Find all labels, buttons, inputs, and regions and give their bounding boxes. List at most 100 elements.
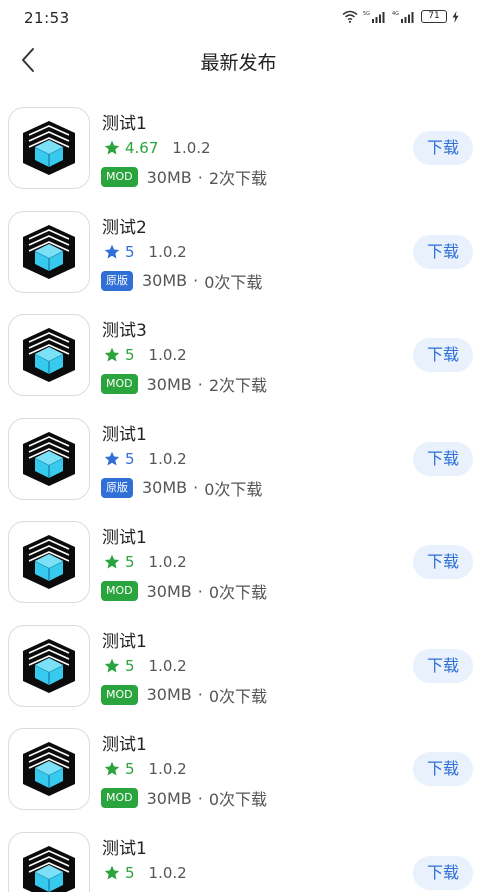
meta-row: 5 1.0.2 bbox=[104, 346, 187, 364]
separator-dot: · bbox=[197, 581, 203, 601]
meta-row: 4.67 1.0.2 bbox=[104, 139, 211, 157]
list-item[interactable]: 测试1 5 1.0.2 MOD 30MB · 0次下载 下载 bbox=[0, 822, 477, 892]
version-label: 1.0.2 bbox=[148, 242, 187, 261]
app-header: 最新发布 bbox=[0, 36, 477, 86]
download-count: 2次下载 bbox=[208, 376, 268, 395]
separator-dot: · bbox=[197, 685, 203, 704]
separator-dot: · bbox=[193, 271, 199, 290]
version-label: 1.0.2 bbox=[148, 449, 187, 468]
file-size: 30MB bbox=[146, 167, 192, 187]
wifi-icon bbox=[342, 10, 358, 23]
type-badge: 原版 bbox=[101, 477, 133, 498]
version-label: 1.0.2 bbox=[148, 863, 187, 882]
status-icons: 5G 4G 71 bbox=[342, 10, 459, 23]
info-row: MOD 30MB · 0次下载 bbox=[101, 786, 267, 810]
battery-icon: 71 bbox=[421, 10, 447, 23]
version-label: 1.0.2 bbox=[148, 553, 187, 571]
type-badge: MOD bbox=[101, 374, 138, 394]
info-row: MOD 30MB · 0次下载 bbox=[101, 579, 267, 603]
meta-row: 5 1.0.2 bbox=[104, 864, 187, 882]
type-badge: MOD bbox=[101, 788, 138, 808]
separator-dot: · bbox=[197, 167, 203, 187]
rating-value: 5 bbox=[125, 553, 135, 571]
status-bar: 21:53 5G 4G 71 bbox=[0, 0, 477, 36]
list-item[interactable]: 测试1 4.67 1.0.2 MOD 30MB · 2次下载 下载 bbox=[0, 97, 477, 201]
download-button[interactable]: 下载 bbox=[413, 234, 473, 269]
svg-text:4G: 4G bbox=[392, 11, 399, 17]
type-badge: MOD bbox=[101, 684, 138, 705]
type-badge: MOD bbox=[101, 581, 138, 601]
download-button[interactable]: 下载 bbox=[413, 545, 473, 579]
star-icon bbox=[104, 865, 120, 879]
star-icon bbox=[104, 451, 120, 465]
download-count: 0次下载 bbox=[204, 479, 263, 499]
file-size: 30MB bbox=[146, 788, 192, 808]
rating-value: 5 bbox=[125, 346, 135, 364]
rating-value: 5 bbox=[125, 449, 135, 468]
rating-value: 5 bbox=[125, 242, 135, 261]
info-row: MOD 30MB · 2次下载 bbox=[101, 372, 267, 396]
list-item[interactable]: 测试2 5 1.0.2 原版 30MB · 0次下载 下载 bbox=[0, 201, 477, 305]
rating-value: 5 bbox=[125, 863, 135, 882]
svg-text:5G: 5G bbox=[363, 11, 370, 17]
cube-app-icon bbox=[8, 624, 90, 707]
download-button[interactable]: 下载 bbox=[413, 338, 473, 372]
meta-row: 5 1.0.2 bbox=[104, 553, 187, 571]
list-item[interactable]: 测试1 5 1.0.2 原版 30MB · 0次下载 下载 bbox=[0, 408, 477, 512]
version-label: 1.0.2 bbox=[148, 656, 187, 675]
rating-value: 5 bbox=[125, 656, 135, 675]
cube-app-icon bbox=[8, 314, 90, 396]
version-label: 1.0.2 bbox=[148, 346, 187, 364]
list-item[interactable]: 测试3 5 1.0.2 MOD 30MB · 2次下载 下载 bbox=[0, 304, 477, 408]
meta-row: 5 1.0.2 bbox=[104, 243, 187, 261]
star-icon bbox=[104, 244, 120, 258]
file-size: 30MB bbox=[146, 685, 192, 704]
version-label: 1.0.2 bbox=[148, 760, 187, 778]
star-icon bbox=[104, 140, 120, 155]
version-label: 1.0.2 bbox=[172, 139, 211, 157]
download-button[interactable]: 下载 bbox=[413, 648, 473, 683]
download-count: 0次下载 bbox=[208, 583, 268, 602]
info-row: MOD 30MB · 0次下载 bbox=[101, 683, 267, 707]
app-list: 测试1 4.67 1.0.2 MOD 30MB · 2次下载 下载 测试2 5 … bbox=[0, 97, 477, 892]
star-icon bbox=[104, 761, 120, 776]
type-badge: MOD bbox=[101, 167, 138, 187]
file-size: 30MB bbox=[146, 374, 192, 394]
meta-row: 5 1.0.2 bbox=[104, 657, 187, 675]
app-name: 测试2 bbox=[102, 217, 147, 238]
cube-app-icon bbox=[8, 521, 90, 603]
separator-dot: · bbox=[197, 374, 203, 394]
app-name: 测试1 bbox=[102, 631, 147, 652]
file-size: 30MB bbox=[146, 581, 192, 601]
info-row: MOD 30MB · 2次下载 bbox=[101, 165, 267, 189]
info-row: 原版 30MB · 0次下载 bbox=[101, 269, 262, 293]
separator-dot: · bbox=[193, 478, 199, 497]
separator-dot: · bbox=[197, 788, 203, 808]
cube-app-icon bbox=[8, 831, 90, 892]
download-button[interactable]: 下载 bbox=[413, 441, 473, 476]
list-item[interactable]: 测试1 5 1.0.2 MOD 30MB · 0次下载 下载 bbox=[0, 718, 477, 822]
download-button[interactable]: 下载 bbox=[413, 131, 473, 165]
star-icon bbox=[104, 347, 120, 362]
cube-app-icon bbox=[8, 417, 90, 500]
star-icon bbox=[104, 658, 120, 672]
app-name: 测试1 bbox=[102, 735, 147, 755]
app-name: 测试1 bbox=[102, 838, 147, 859]
list-item[interactable]: 测试1 5 1.0.2 MOD 30MB · 0次下载 下载 bbox=[0, 511, 477, 615]
app-name: 测试1 bbox=[102, 114, 147, 134]
file-size: 30MB bbox=[142, 271, 188, 290]
download-button[interactable]: 下载 bbox=[413, 855, 473, 890]
status-time: 21:53 bbox=[24, 9, 70, 27]
rating-value: 5 bbox=[125, 760, 135, 778]
signal-5g-icon: 5G bbox=[363, 11, 385, 23]
download-count: 0次下载 bbox=[204, 272, 263, 292]
download-button[interactable]: 下载 bbox=[413, 752, 473, 786]
signal-4g-icon: 4G bbox=[392, 11, 414, 23]
list-item[interactable]: 测试1 5 1.0.2 MOD 30MB · 0次下载 下载 bbox=[0, 615, 477, 719]
download-count: 0次下载 bbox=[208, 790, 268, 809]
app-name: 测试1 bbox=[102, 424, 147, 445]
app-name: 测试1 bbox=[102, 528, 147, 548]
download-count: 2次下载 bbox=[208, 169, 268, 188]
charging-icon bbox=[452, 10, 459, 23]
meta-row: 5 1.0.2 bbox=[104, 450, 187, 468]
